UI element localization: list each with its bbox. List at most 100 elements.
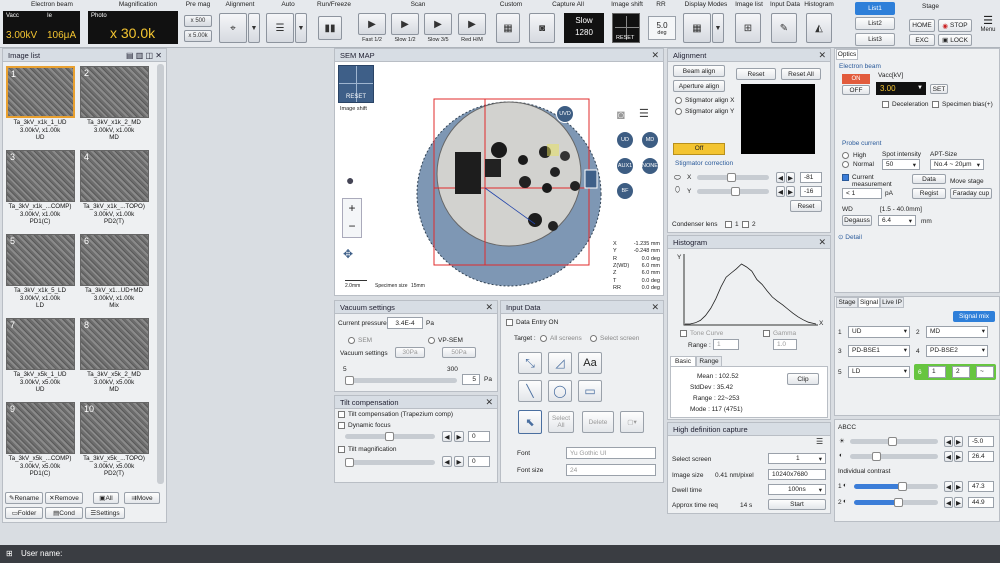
beam-on-button[interactable]: ON bbox=[842, 74, 870, 84]
image-shift-pad[interactable]: RESET bbox=[338, 65, 374, 103]
color-picker[interactable]: ▢▾ bbox=[620, 411, 644, 433]
tone-curve-checkbox[interactable] bbox=[680, 330, 687, 337]
magnification-display[interactable]: Photo x 30.0k bbox=[88, 11, 178, 44]
remove-button[interactable]: ✕ Remove bbox=[45, 492, 83, 504]
signal-detector-select[interactable]: UD ▾ bbox=[848, 326, 910, 338]
tilt-mag-slider[interactable] bbox=[345, 458, 435, 467]
alignment-reset-all-button[interactable]: Reset All bbox=[781, 68, 821, 80]
display-modes-dropdown[interactable]: ▼ bbox=[712, 13, 724, 43]
stig-y-slider[interactable] bbox=[697, 187, 769, 196]
ic2-field[interactable]: 44.9 bbox=[968, 497, 994, 508]
vacuum-50pa-button[interactable]: 50Pa bbox=[442, 347, 476, 358]
spot-intensity-field[interactable]: 50 ▾ bbox=[882, 159, 920, 170]
probe-normal-radio[interactable] bbox=[842, 161, 849, 168]
sem-radio[interactable] bbox=[348, 337, 355, 344]
degauss-button[interactable]: Degauss bbox=[842, 215, 872, 226]
image-thumbnail[interactable]: 1 bbox=[6, 66, 75, 118]
ic2-slider[interactable] bbox=[854, 498, 938, 507]
all-screens-radio[interactable] bbox=[540, 335, 547, 342]
abcc-c-left[interactable]: ◀ bbox=[944, 451, 953, 462]
stig-reset-button[interactable]: Reset bbox=[790, 200, 822, 212]
close-icon[interactable]: ✕ bbox=[818, 49, 826, 62]
uvd-button[interactable]: UVD bbox=[556, 105, 574, 123]
alignment-dropdown[interactable]: ▼ bbox=[248, 13, 260, 43]
list1-button[interactable]: List1 bbox=[855, 2, 895, 15]
tilt-right-arrow[interactable]: ▶ bbox=[454, 456, 464, 467]
optics-vacc-field[interactable]: 3.00 ▼ bbox=[876, 82, 926, 95]
abcc-contrast-field[interactable]: 26.4 bbox=[968, 451, 994, 462]
image-thumbnail[interactable]: 4 bbox=[80, 150, 149, 202]
dynamic-focus-checkbox[interactable] bbox=[338, 422, 345, 429]
ic1-left[interactable]: ◀ bbox=[944, 481, 953, 492]
condenser-1-checkbox[interactable] bbox=[725, 221, 732, 228]
input-data-button[interactable]: ✎ bbox=[771, 13, 797, 43]
image-list-tools-icon[interactable]: ▤ ▥ ◫ ✕ bbox=[126, 49, 162, 62]
zoom-in-icon[interactable]: + bbox=[343, 199, 361, 217]
ic1-slider[interactable] bbox=[854, 482, 938, 491]
beam-align-button[interactable]: Beam align bbox=[673, 65, 725, 77]
vacc-set-button[interactable]: SET bbox=[930, 84, 948, 94]
select-all-tool-button[interactable]: Select All bbox=[548, 411, 574, 433]
signal-tab-stage[interactable]: Stage bbox=[836, 297, 858, 308]
stig-x-right[interactable]: ▶ bbox=[786, 172, 795, 183]
md-button[interactable]: MD bbox=[641, 131, 659, 149]
stig-y-right[interactable]: ▶ bbox=[786, 186, 795, 197]
font-size-select[interactable]: 24 bbox=[566, 464, 656, 476]
faraday-button[interactable]: Faraday cup bbox=[950, 188, 992, 199]
folder-button[interactable]: ▭ Folder bbox=[5, 507, 43, 519]
angle-tool-button[interactable]: ◿ bbox=[548, 352, 572, 374]
hd-image-size-select[interactable]: 10240x7680 bbox=[768, 469, 826, 480]
vacuum-slider[interactable] bbox=[345, 376, 457, 385]
exc-button[interactable]: EXC bbox=[909, 34, 935, 46]
delete-button[interactable]: Delete bbox=[582, 411, 614, 433]
stig-y-left[interactable]: ◀ bbox=[776, 186, 785, 197]
signal-tab-signal[interactable]: Signal bbox=[858, 297, 880, 308]
image-thumbnail[interactable]: 5 bbox=[6, 234, 75, 286]
dynamic-value-field[interactable]: 0 bbox=[468, 431, 490, 442]
text-tool-button[interactable]: Aa bbox=[578, 352, 602, 374]
line-tool-button[interactable]: ╲ bbox=[518, 380, 542, 402]
histogram-button[interactable]: ◭ bbox=[806, 13, 832, 43]
slow-capture-display[interactable]: Slow 1280 bbox=[564, 13, 604, 43]
aperture-align-button[interactable]: Aperture align bbox=[673, 80, 725, 92]
alignment-reset-button[interactable]: Reset bbox=[736, 68, 776, 80]
cond-button[interactable]: ▤ Cond bbox=[45, 507, 83, 519]
rename-button[interactable]: ✎ Rename bbox=[5, 492, 43, 504]
gamma-checkbox[interactable] bbox=[763, 330, 770, 337]
scan-fast-button[interactable]: ▶ bbox=[358, 13, 386, 35]
ud-button[interactable]: UD bbox=[616, 131, 634, 149]
ic1-right[interactable]: ▶ bbox=[954, 481, 963, 492]
image-thumbnail[interactable]: 9 bbox=[6, 402, 75, 454]
close-icon[interactable]: ✕ bbox=[651, 301, 659, 314]
close-icon[interactable]: ✕ bbox=[651, 49, 659, 62]
mix-select-2[interactable]: 2 bbox=[952, 366, 970, 378]
select-tool-button[interactable]: ⬉ bbox=[518, 410, 542, 434]
image-shift-button[interactable]: RESET bbox=[612, 13, 640, 43]
close-icon[interactable]: ✕ bbox=[485, 301, 493, 314]
vacc-display[interactable]: Vacc Ie 3.00kV 106μA bbox=[3, 11, 80, 44]
image-thumbnail[interactable]: 7 bbox=[6, 318, 75, 370]
signal-detector-select[interactable]: MD ▾ bbox=[926, 326, 988, 338]
pre-mag-500-button[interactable]: x 500 bbox=[184, 15, 212, 27]
deceleration-checkbox[interactable] bbox=[882, 101, 889, 108]
rect-tool-button[interactable]: ▭ bbox=[578, 380, 602, 402]
rr-field[interactable]: 5.0 deg bbox=[648, 16, 676, 40]
image-list-button[interactable]: ⊞ bbox=[735, 13, 761, 43]
dynamic-left-arrow[interactable]: ◀ bbox=[442, 431, 452, 442]
zoom-out-icon[interactable]: − bbox=[343, 217, 361, 235]
alignment-off-button[interactable]: Off bbox=[673, 143, 725, 155]
hd-start-button[interactable]: Start bbox=[768, 499, 826, 510]
tilt-left-arrow[interactable]: ◀ bbox=[442, 456, 452, 467]
custom-button[interactable]: ▦ bbox=[496, 13, 520, 43]
abcc-brightness-slider[interactable] bbox=[850, 437, 938, 446]
stig-x-radio[interactable] bbox=[675, 97, 682, 104]
stig-y-field[interactable]: -16 bbox=[800, 186, 822, 197]
detail-toggle[interactable]: ⊙ Detail bbox=[838, 233, 862, 241]
image-thumbnail[interactable]: 8 bbox=[80, 318, 149, 370]
run-freeze-button[interactable]: ▮▮ bbox=[318, 16, 342, 40]
wd-field[interactable]: 6.4 ▾ bbox=[878, 215, 916, 226]
specimen-bias-checkbox[interactable] bbox=[932, 101, 939, 108]
apt-size-select[interactable]: No.4 ~ 20μm ▾ bbox=[930, 159, 984, 170]
font-select[interactable]: Yu Gothic UI bbox=[566, 447, 656, 459]
settings-button[interactable]: ☰ Settings bbox=[85, 507, 125, 519]
